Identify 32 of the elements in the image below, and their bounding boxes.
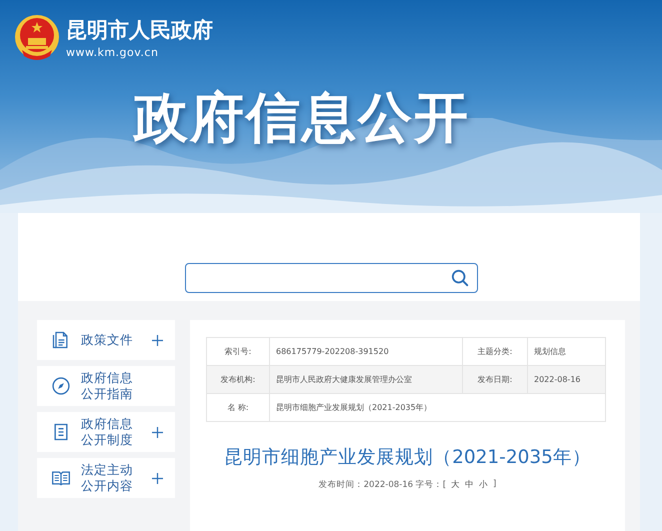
sidebar-label: 政府信息公开制度 (81, 416, 134, 448)
emblem-icon (14, 14, 60, 60)
search-field[interactable] (185, 263, 478, 293)
table-cell: 昆明市细胞产业发展规划（2021-2035年） (270, 394, 606, 422)
bracket-text: ] (493, 479, 496, 491)
table-label: 索引号: (206, 338, 270, 366)
font-size-link[interactable]: 中 (465, 479, 474, 491)
article-title: 昆明市细胞产业发展规划（2021-2035年） (223, 446, 592, 469)
plus-icon[interactable] (152, 426, 163, 438)
site-url: www.km.gov.cn (66, 46, 160, 58)
sidebar-label: 政策文件 (81, 332, 134, 348)
site-name: 昆明市人民政府 (66, 16, 213, 44)
sidebar-item[interactable]: 法定主动公开内容 (37, 458, 175, 498)
table-label: 名 称: (206, 394, 270, 422)
table-label: 发布机构: (206, 366, 270, 394)
sidebar-item[interactable]: 政府信息公开指南 (37, 366, 175, 406)
table-cell: 686175779-202208-391520 (270, 338, 462, 366)
compass-icon (51, 376, 71, 396)
search-icon[interactable] (451, 269, 469, 287)
sidebar-label: 法定主动公开内容 (81, 462, 134, 494)
font-size-link[interactable]: 小 (479, 479, 488, 491)
table-cell: 2022-08-16 (528, 366, 606, 394)
sidebar-label: 政府信息公开指南 (81, 370, 134, 402)
sidebar-item[interactable]: 政策文件 (37, 320, 175, 360)
sidebar-item[interactable]: 政府信息公开制度 (37, 412, 175, 452)
publish-meta: 发布时间：2022-08-16 字号：[ (318, 479, 446, 491)
plus-icon[interactable] (152, 334, 163, 346)
banner-title: 政府信息公开 (134, 86, 471, 151)
font-size-link[interactable]: 大 (451, 479, 460, 491)
plus-icon[interactable] (152, 472, 163, 484)
table-cell: 昆明市人民政府大健康发展管理办公室 (270, 366, 462, 394)
table-label: 发布日期: (462, 366, 528, 394)
